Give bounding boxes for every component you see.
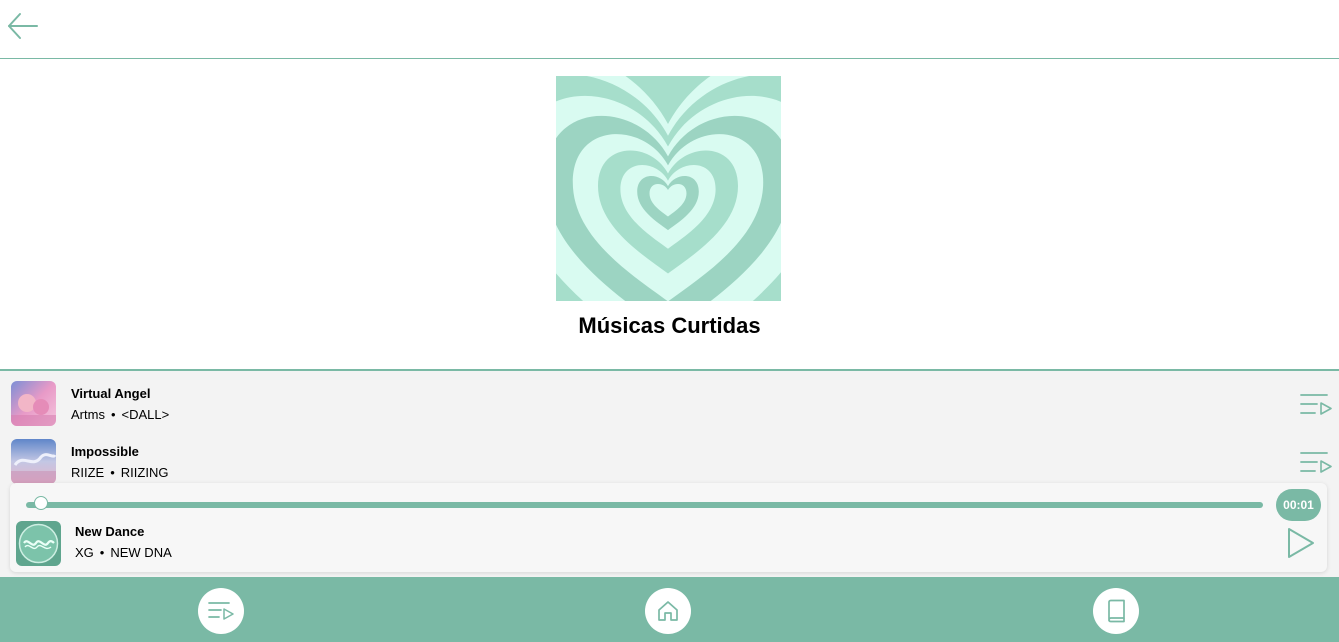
elapsed-time: 00:01 [1276, 489, 1321, 521]
back-button[interactable] [6, 10, 40, 42]
playlist-icon [208, 602, 234, 620]
playlist-title: Músicas Curtidas [578, 313, 761, 338]
track-subtitle: RIIZE • RIIZING [71, 465, 168, 480]
now-playing-artist: XG [75, 545, 94, 560]
track-title: Virtual Angel [71, 386, 151, 401]
add-to-queue-icon [1300, 452, 1332, 473]
track-cover-impossible [11, 439, 56, 484]
track-artist: Artms [71, 407, 105, 422]
concentric-hearts-cover [556, 76, 781, 301]
play-icon [1288, 528, 1314, 558]
book-icon [1108, 599, 1125, 623]
add-to-queue-icon [1300, 394, 1332, 415]
separator-dot: • [110, 465, 115, 480]
add-to-queue-button[interactable] [1300, 450, 1332, 476]
now-playing-title: New Dance [75, 524, 145, 539]
nav-library-button[interactable] [1093, 588, 1139, 634]
track-cover-virtual-angel [11, 381, 56, 426]
separator-dot: • [110, 407, 116, 422]
track-subtitle: Artms • <DALL> [71, 407, 169, 422]
track-title: Impossible [71, 444, 139, 459]
top-header [0, 0, 1339, 59]
now-playing-cover [16, 521, 61, 566]
now-playing-album: NEW DNA [110, 545, 172, 560]
track-artist: RIIZE [71, 465, 105, 480]
track-row-virtual-angel[interactable]: Virtual Angel Artms • <DALL> [0, 375, 1339, 433]
home-icon [658, 601, 678, 621]
play-button[interactable] [1286, 527, 1316, 559]
bottom-navigation [0, 577, 1339, 642]
progress-bar[interactable] [26, 502, 1263, 508]
nav-playlist-button[interactable] [198, 588, 244, 634]
now-playing-subtitle: XG • NEW DNA [75, 545, 172, 560]
separator-dot: • [99, 545, 105, 560]
arrow-left-icon [8, 13, 38, 39]
nav-home-button[interactable] [645, 588, 691, 634]
add-to-queue-button[interactable] [1300, 392, 1332, 418]
now-playing-bar: 00:01 New Dance XG • NEW DNA [10, 483, 1327, 572]
playlist-cover [556, 76, 781, 301]
track-album: RIIZING [120, 465, 169, 480]
track-album: <DALL> [121, 407, 170, 422]
